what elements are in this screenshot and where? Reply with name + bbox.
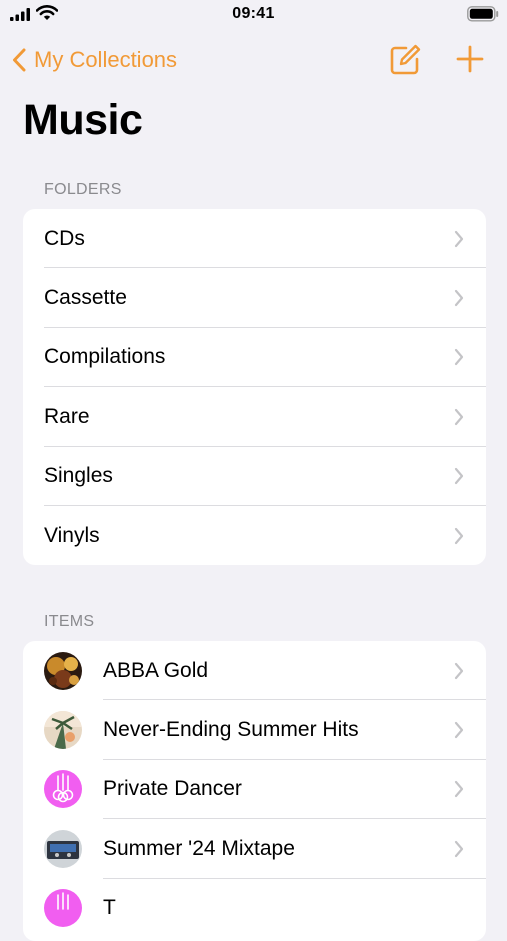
folder-row-singles[interactable]: Singles xyxy=(23,447,486,506)
chevron-left-icon xyxy=(13,48,26,72)
folder-row-cds[interactable]: CDs xyxy=(23,209,486,269)
folders-list: CDs Cassette Compilations Rare Singles V… xyxy=(23,209,486,565)
folder-label: Cassette xyxy=(44,286,127,310)
folder-label: Singles xyxy=(44,464,113,488)
chevron-right-icon xyxy=(454,781,464,798)
album-art-thumbnail xyxy=(44,829,82,868)
chevron-right-icon xyxy=(454,662,464,679)
item-row-never-ending-summer-hits[interactable]: Never-Ending Summer Hits xyxy=(23,700,486,760)
chevron-right-icon xyxy=(454,289,464,307)
page-title: Music xyxy=(23,96,143,144)
items-list: ABBA Gold Never-Ending Summer Hits Priva… xyxy=(23,641,486,941)
status-bar: 09:41 xyxy=(0,0,507,34)
folder-label: CDs xyxy=(44,226,85,250)
folder-label: Vinyls xyxy=(44,523,100,547)
chevron-right-icon xyxy=(454,527,464,544)
status-time: 09:41 xyxy=(232,5,275,22)
battery-icon xyxy=(467,6,499,22)
guitars-icon xyxy=(44,770,82,809)
chevron-right-icon xyxy=(454,349,464,366)
album-art-thumbnail xyxy=(44,711,82,750)
folder-label: Compilations xyxy=(44,345,166,369)
item-label: Private Dancer xyxy=(103,777,242,801)
folder-row-vinyls[interactable]: Vinyls xyxy=(23,506,486,565)
album-art-thumbnail xyxy=(44,651,82,690)
back-button[interactable]: My Collections xyxy=(12,42,177,78)
chevron-right-icon xyxy=(454,230,464,247)
back-button-label: My Collections xyxy=(34,47,178,72)
item-row-abba-gold[interactable]: ABBA Gold xyxy=(23,641,486,701)
item-label: ABBA Gold xyxy=(103,658,209,682)
item-row-private-dancer[interactable]: Private Dancer xyxy=(23,760,486,820)
chevron-right-icon xyxy=(454,721,464,739)
item-row-summer-24-mixtape[interactable]: Summer '24 Mixtape xyxy=(23,819,486,879)
guitars-icon xyxy=(44,889,82,928)
compose-icon[interactable] xyxy=(389,44,421,76)
folder-row-rare[interactable]: Rare xyxy=(23,387,486,447)
folders-section-header: FOLDERS xyxy=(44,181,122,198)
item-label: Summer '24 Mixtape xyxy=(103,836,295,860)
item-label: Never-Ending Summer Hits xyxy=(103,718,359,742)
chevron-right-icon xyxy=(454,468,464,485)
folder-row-compilations[interactable]: Compilations xyxy=(23,328,486,388)
folder-label: Rare xyxy=(44,404,90,428)
chevron-right-icon xyxy=(454,408,464,425)
navigation-bar: My Collections xyxy=(0,38,507,82)
plus-icon[interactable] xyxy=(455,44,485,74)
item-row-partial[interactable]: T xyxy=(23,879,486,938)
items-section-header: ITEMS xyxy=(44,613,95,630)
folder-row-cassette[interactable]: Cassette xyxy=(23,268,486,328)
chevron-right-icon xyxy=(454,840,464,857)
